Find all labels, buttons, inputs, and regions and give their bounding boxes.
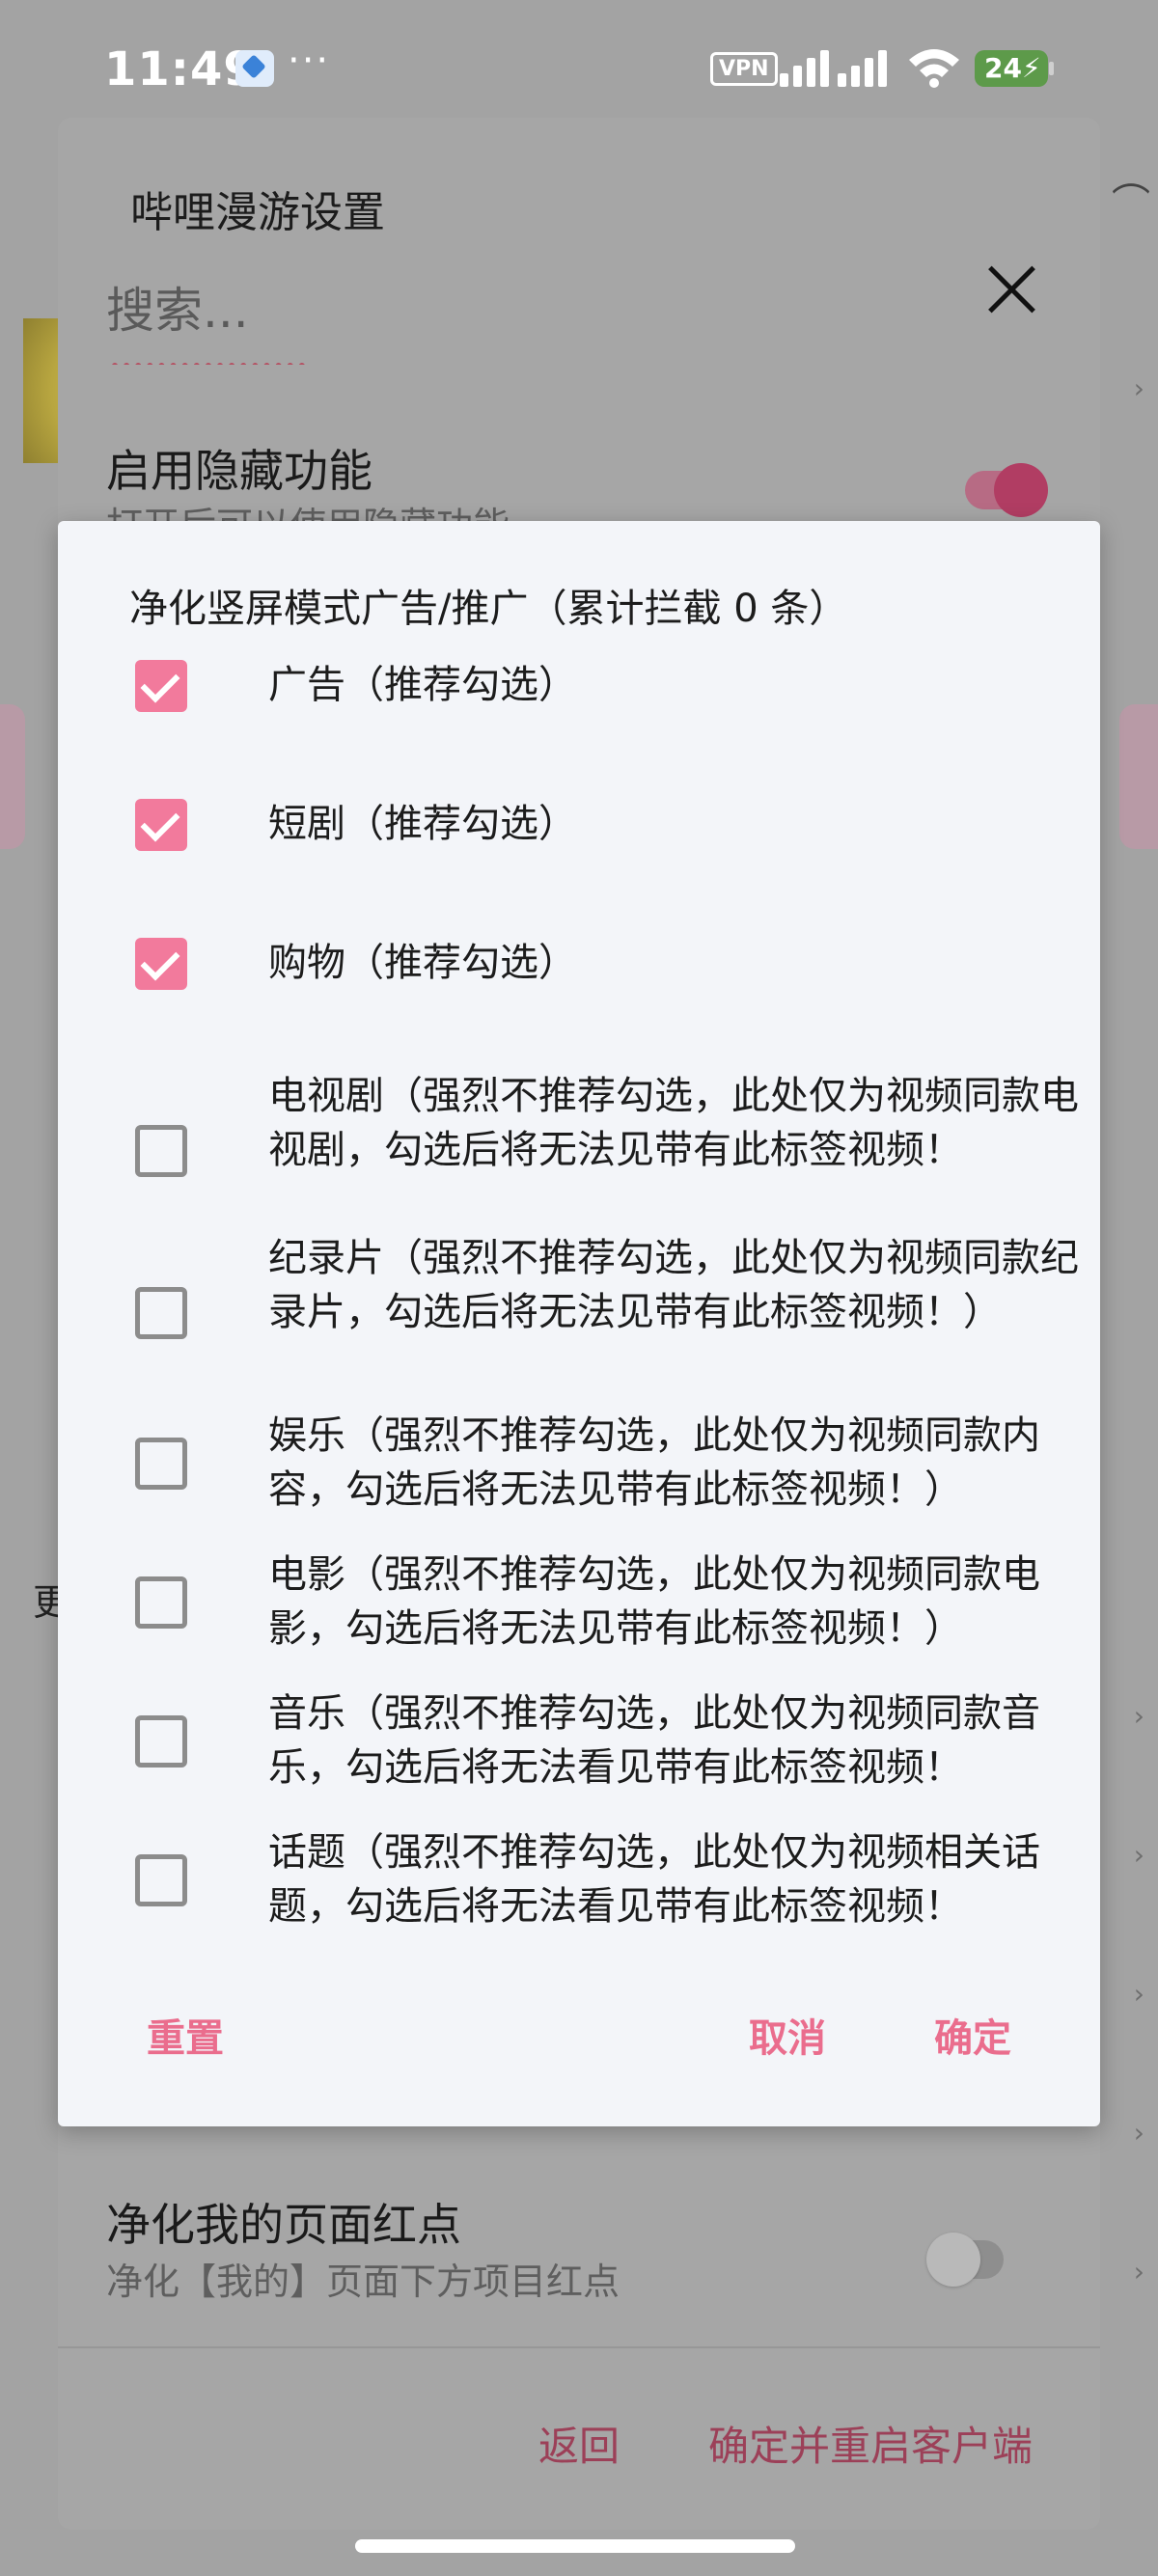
back-button[interactable]: 返回 [538, 2414, 620, 2473]
option-label: 音乐（强烈不推荐勾选，此处仅为视频同款音乐，勾选后将无法看见带有此标签视频！ [268, 1691, 1040, 1790]
checkbox[interactable] [135, 1854, 187, 1906]
ok-button[interactable]: 确定 [934, 2007, 1011, 2063]
toggle-hide[interactable] [965, 463, 1048, 517]
vpn-icon: VPN [710, 52, 778, 86]
checkbox[interactable] [135, 1287, 187, 1339]
search-input[interactable]: 搜索... [106, 272, 249, 342]
battery-level: 24 [984, 52, 1022, 84]
status-time: 11:49 [104, 42, 257, 96]
setting-subtitle-red-dot: 净化【我的】页面下方项目红点 [106, 2261, 620, 2303]
close-icon[interactable] [982, 260, 1040, 318]
cancel-button[interactable]: 取消 [749, 2007, 826, 2063]
checkbox[interactable] [135, 660, 187, 712]
setting-title-red-dot: 净化我的页面红点 [106, 2199, 461, 2251]
checkbox[interactable] [135, 1125, 187, 1177]
toggle-knob [926, 2233, 980, 2287]
setting-title-hide: 启用隐藏功能 [106, 445, 372, 497]
chevron-right-icon: › [1133, 1978, 1144, 2010]
chevron-right-icon: › [1133, 1700, 1144, 1732]
toggle-knob [994, 463, 1048, 517]
option-label: 娱乐（强烈不推荐勾选，此处仅为视频同款内容，勾选后将无法见带有此标签视频！） [268, 1413, 1040, 1512]
checkbox[interactable] [135, 799, 187, 851]
checkbox[interactable] [135, 1576, 187, 1629]
checkbox[interactable] [135, 1715, 187, 1768]
background-partial-icon: ⌒ [1112, 181, 1150, 226]
background-banner-left [0, 704, 25, 849]
more-notifications-icon: ··· [288, 39, 331, 83]
option-label: 电影（强烈不推荐勾选，此处仅为视频同款电影，勾选后将无法见带有此标签视频！） [268, 1552, 1040, 1651]
background-banner-right [1119, 704, 1158, 849]
notification-app-icon [235, 50, 274, 87]
setting-subtitle-hide: 打开后可以使用隐藏功能 [106, 496, 510, 521]
option-label: 短剧（推荐勾选） [268, 802, 577, 846]
chevron-right-icon: › [1133, 1839, 1144, 1871]
filter-dialog: 净化竖屏模式广告/推广（累计拦截 0 条） 广告（推荐勾选） 短剧（推荐勾选） … [58, 521, 1100, 2126]
checkbox[interactable] [135, 938, 187, 990]
chevron-right-icon: › [1133, 2256, 1144, 2288]
toggle-red-dot[interactable] [926, 2233, 1004, 2287]
reset-button[interactable]: 重置 [147, 2007, 224, 2063]
option-label: 纪录片（强烈不推荐勾选，此处仅为视频同款纪录片，勾选后将无法见带有此标签视频！） [268, 1236, 1079, 1334]
signal-icon-2 [838, 48, 905, 87]
option-label: 电视剧（强烈不推荐勾选，此处仅为视频同款电视剧，勾选后将无法见带有此标签视频！ [268, 1074, 1079, 1172]
confirm-restart-button[interactable]: 确定并重启客户端 [708, 2414, 1033, 2473]
checkbox[interactable] [135, 1438, 187, 1490]
home-indicator[interactable] [355, 2539, 795, 2553]
divider [58, 2346, 1100, 2348]
option-label: 广告（推荐勾选） [268, 663, 577, 707]
chevron-right-icon: › [1133, 2117, 1144, 2149]
battery-icon: 24⚡ [975, 50, 1054, 87]
option-label: 购物（推荐勾选） [268, 941, 577, 985]
scrolled-item-fragment [112, 349, 334, 365]
chevron-right-icon: › [1133, 372, 1144, 404]
wifi-icon [909, 49, 959, 88]
dialog-title: 净化竖屏模式广告/推广（累计拦截 0 条） [129, 587, 848, 631]
option-label: 话题（强烈不推荐勾选，此处仅为视频相关话题，勾选后将无法看见带有此标签视频！ [268, 1830, 1040, 1929]
sheet-title: 哔哩漫游设置 [130, 188, 385, 237]
